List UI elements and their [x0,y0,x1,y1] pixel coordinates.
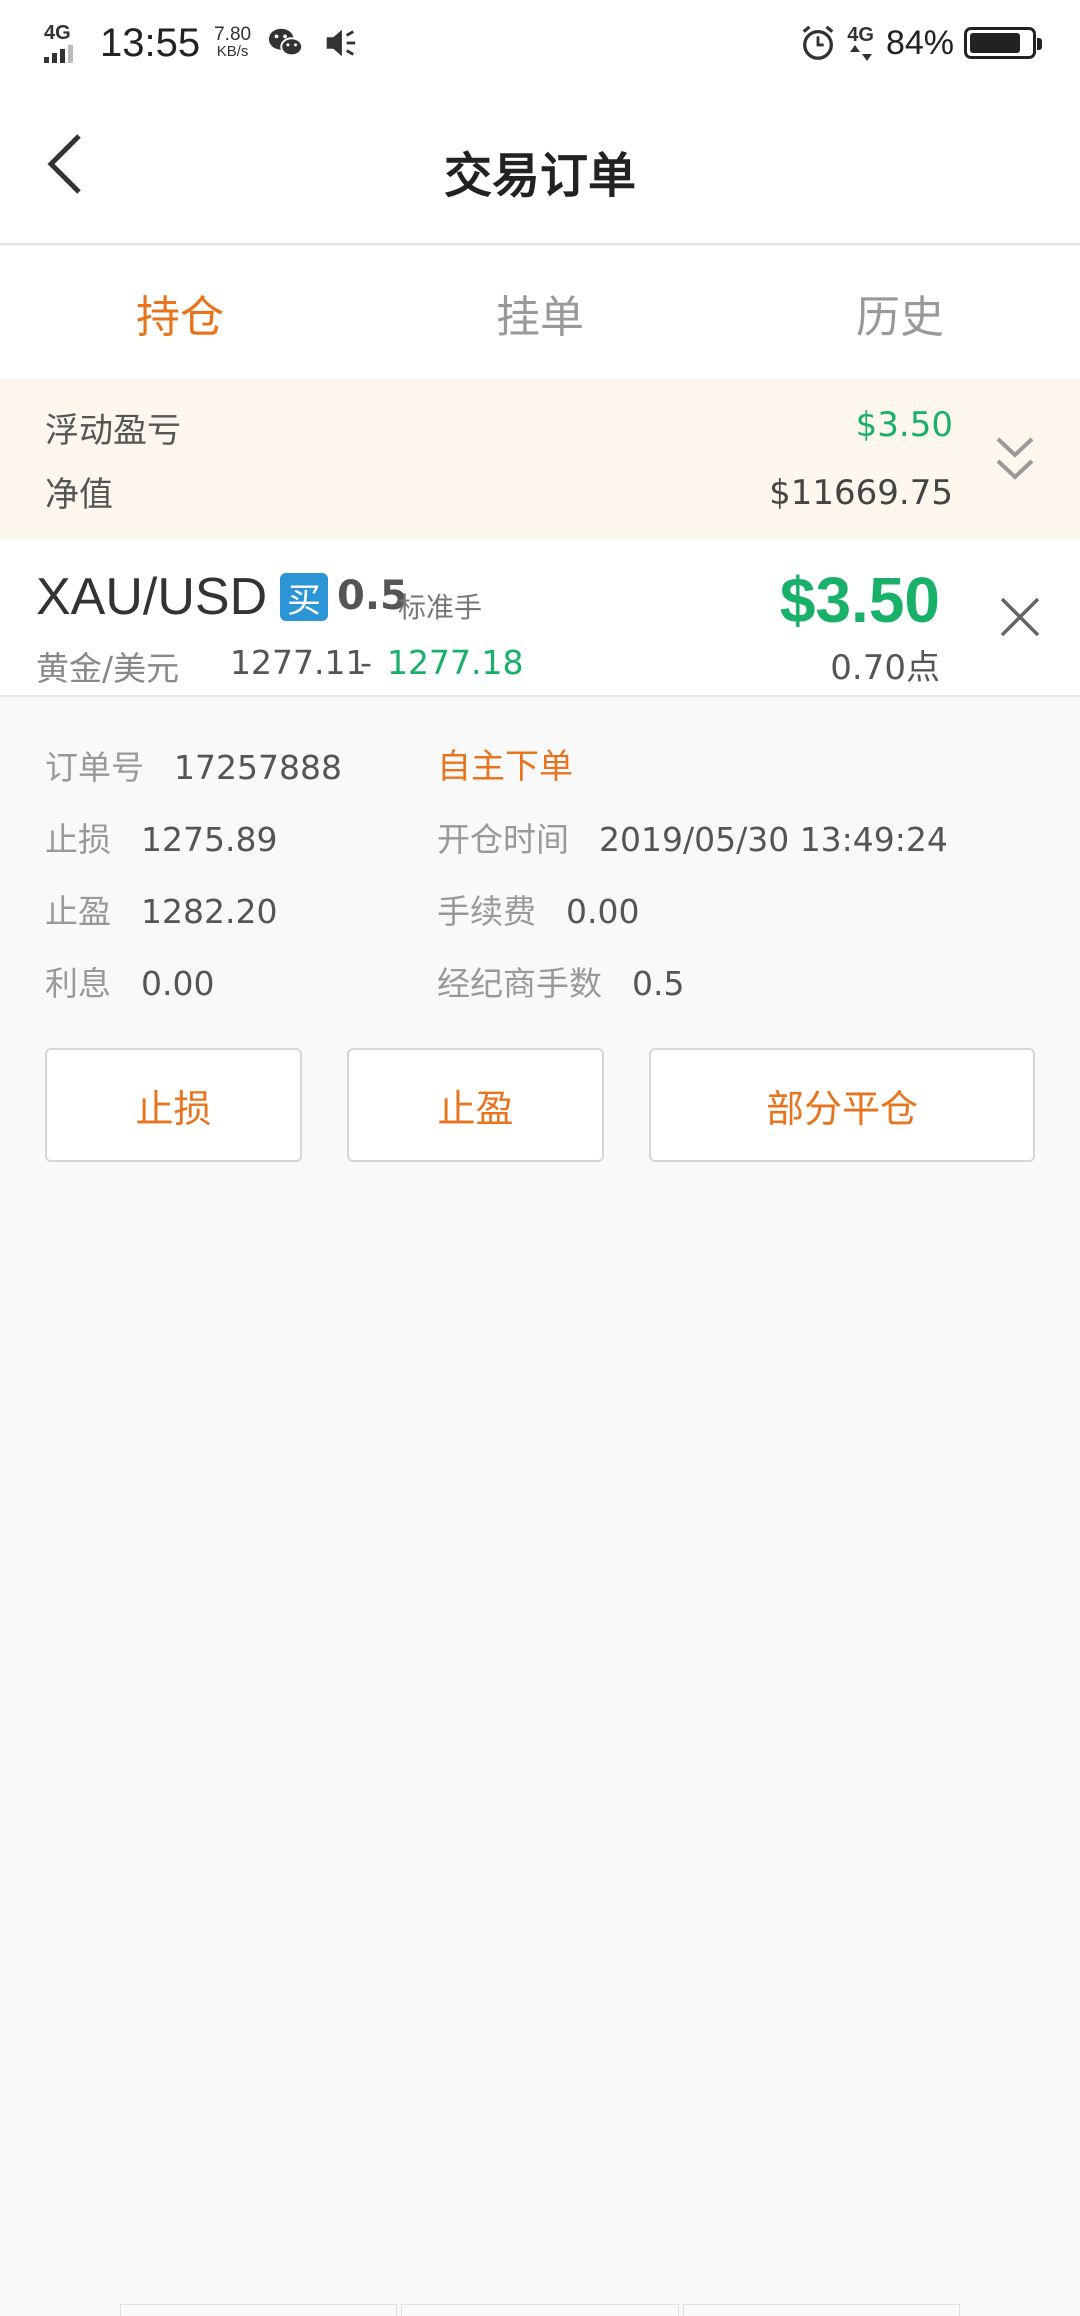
network-type-right: 4G [847,24,874,46]
status-right: 4G 84% [799,18,1042,68]
symbol-name-cn: 黄金/美元 [36,649,180,688]
open-time-row: 开仓时间 2019/05/30 13:49:24 [437,813,948,861]
take-profit-value: 1282.20 [141,892,278,931]
partial-close-button[interactable]: 部分平仓 [649,1048,1035,1162]
open-time-value: 2019/05/30 13:49:24 [599,820,948,859]
buy-badge: 买 [280,573,328,621]
floating-pl-value: $3.50 [855,405,953,445]
broker-lots-row: 经纪商手数 0.5 [437,957,684,1005]
fee-row: 手续费 0.00 [437,885,639,933]
price-separator: - [360,643,372,682]
status-time: 13:55 [100,20,201,65]
tab-history[interactable]: 历史 [720,247,1080,379]
network-type: 4G [44,22,71,44]
battery-level [970,33,1021,53]
alarm-icon [802,25,834,60]
close-position-icon[interactable] [996,593,1044,641]
tab-positions[interactable]: 持仓 [0,247,360,379]
stop-loss-button[interactable]: 止损 [45,1048,302,1162]
current-price: 1277.18 [387,643,524,682]
broker-lots-value: 0.5 [632,964,685,1003]
fee-label: 手续费 [437,892,536,931]
open-price: 1277.11 [230,643,367,682]
network-speed-unit: KB/s [216,43,249,60]
order-tabs: 持仓 挂单 历史 [0,247,1080,379]
stop-loss-label: 止损 [45,820,111,859]
mobile-data-indicator: 4G [847,25,874,61]
network-speed-value: 7.80 [214,24,252,45]
interest-label: 利息 [45,964,111,1003]
take-profit-row: 止盈 1282.20 [45,885,277,933]
equity-value: $11669.75 [769,473,953,513]
order-type-row: 自主下单 [437,739,573,788]
position-profit: $3.50 [779,564,940,636]
profit-points: 0.70点 [830,648,940,688]
interest-row: 利息 0.00 [45,957,214,1005]
mute-speaker-icon [326,29,356,57]
account-summary: 浮动盈亏 净值 $3.50 $11669.75 [0,379,1080,539]
lot-unit: 标准手 [398,591,483,624]
tab-pending-orders[interactable]: 挂单 [360,247,720,379]
fee-value: 0.00 [566,892,640,931]
app-header: 交易订单 [0,84,1080,245]
stop-loss-row: 止损 1275.89 [45,813,277,861]
expand-down-icon[interactable] [990,431,1040,487]
order-type: 自主下单 [437,747,573,787]
battery-icon [964,27,1042,59]
equity-label: 净值 [45,475,113,515]
stop-loss-value: 1275.89 [141,820,278,859]
wechat-icon [268,28,304,57]
broker-lots-label: 经纪商手数 [437,964,602,1003]
order-number-label: 订单号 [45,748,144,787]
open-time-label: 开仓时间 [437,820,569,859]
signal-indicator: 4G [44,23,88,63]
page-title: 交易订单 [443,148,636,204]
take-profit-button[interactable]: 止盈 [347,1048,604,1162]
take-profit-label: 止盈 [45,892,111,931]
symbol: XAU/USD [36,568,268,626]
bottom-tab-bar-edge [120,2304,960,2316]
order-number: 17257888 [174,748,342,787]
network-speed: 7.80 KB/s [214,24,252,60]
battery-percent: 84% [885,23,954,62]
status-bar: 4G 13:55 7.80 KB/s 4G 84% [0,0,1080,84]
order-number-row: 订单号 17257888 [45,741,342,789]
status-left: 4G 13:55 7.80 KB/s [44,18,359,68]
interest-value: 0.00 [141,964,215,1003]
data-arrows-icon [849,45,872,61]
signal-bars-icon [44,45,73,63]
position-card[interactable]: XAU/USD 买 0.5 标准手 黄金/美元 1277.11 - 1277.1… [0,539,1080,697]
floating-pl-label: 浮动盈亏 [45,411,181,451]
